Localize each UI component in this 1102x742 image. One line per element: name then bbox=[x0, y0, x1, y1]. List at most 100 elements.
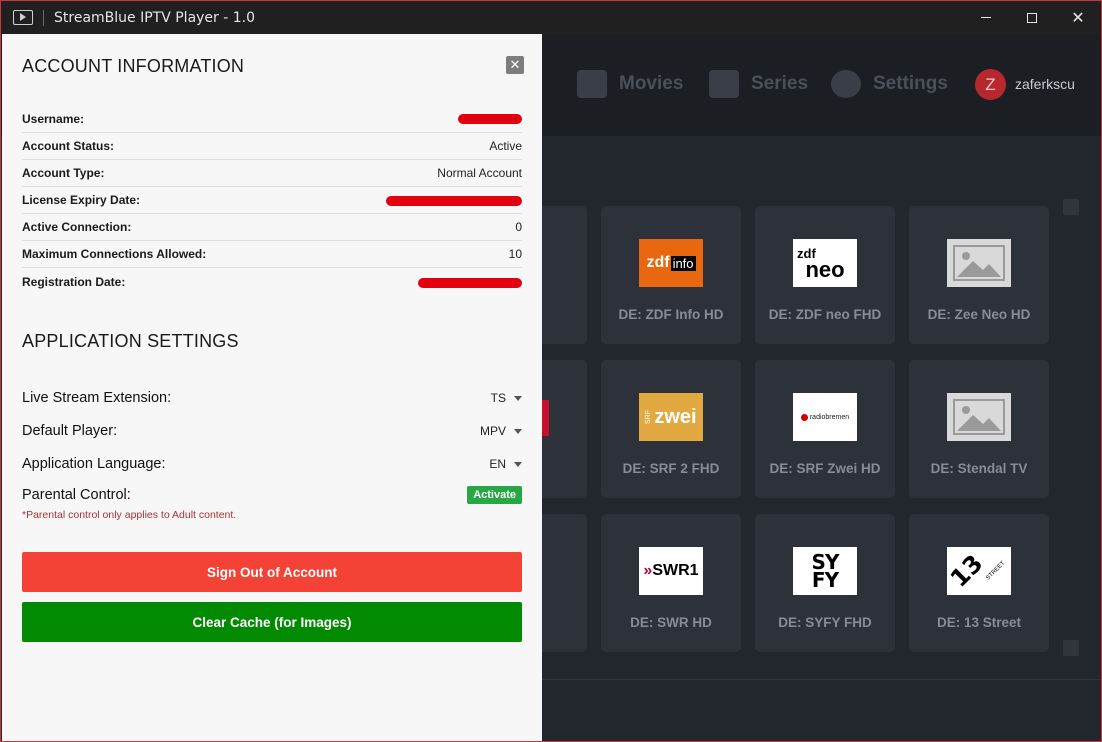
avatar[interactable]: Z bbox=[975, 69, 1006, 100]
info-value: Active bbox=[489, 139, 522, 153]
scroll-up-button[interactable] bbox=[1063, 199, 1079, 215]
logo-text: neo bbox=[805, 256, 845, 282]
maximize-icon bbox=[1027, 12, 1037, 23]
close-window-button[interactable]: ✕ bbox=[1055, 1, 1101, 34]
logo-text: radiobremen bbox=[809, 413, 850, 421]
channel-name: DE: Stendal TV bbox=[930, 461, 1028, 476]
parental-note: *Parental control only applies to Adult … bbox=[22, 509, 237, 521]
logo-text: 13 bbox=[947, 549, 989, 593]
nav-settings-label: Settings bbox=[873, 73, 948, 94]
redaction-mark bbox=[386, 196, 522, 206]
nav-movies-label: Movies bbox=[619, 73, 684, 94]
channel-card[interactable]: zdf neo DE: ZDF neo FHD bbox=[755, 206, 895, 344]
settings-section-title: APPLICATION SETTINGS bbox=[22, 331, 239, 351]
nav-settings[interactable]: Settings bbox=[831, 70, 948, 98]
setting-application-language: Application Language: EN bbox=[22, 452, 522, 476]
select-value: MPV bbox=[479, 424, 506, 438]
info-label: Maximum Connections Allowed: bbox=[22, 247, 207, 261]
chevron-down-icon bbox=[514, 428, 522, 434]
info-row-active-connection: Active Connection: 0 bbox=[22, 214, 522, 241]
info-label: License Expiry Date: bbox=[22, 193, 141, 207]
channel-logo: zdf neo bbox=[793, 239, 857, 287]
chevron-down-icon bbox=[514, 395, 522, 401]
channel-name: DE: ZDF Info HD bbox=[618, 307, 724, 322]
maximize-button[interactable] bbox=[1009, 1, 1055, 34]
account-settings-panel: ACCOUNT INFORMATION ✕ Username: Account … bbox=[2, 34, 542, 741]
info-row-status: Account Status: Active bbox=[22, 133, 522, 160]
channel-logo: SRF zwei bbox=[639, 393, 703, 441]
account-info-table: Username: Account Status: Active Account… bbox=[22, 106, 522, 295]
info-label: Username: bbox=[22, 112, 85, 126]
default-player-select[interactable]: MPV bbox=[480, 424, 522, 438]
title-separator bbox=[43, 9, 44, 26]
nav-movies[interactable]: Movies bbox=[577, 70, 683, 98]
info-value: 10 bbox=[508, 247, 522, 261]
info-row-max-connections: Maximum Connections Allowed: 10 bbox=[22, 241, 522, 268]
app-icon bbox=[13, 10, 33, 25]
logo-text: info bbox=[670, 255, 696, 271]
logo-text: SRF bbox=[645, 410, 653, 424]
logo-dot-icon bbox=[800, 413, 808, 421]
close-icon: ✕ bbox=[509, 57, 521, 73]
info-row-type: Account Type: Normal Account bbox=[22, 160, 522, 187]
channel-card[interactable]: 13 STREET DE: 13 Street bbox=[909, 514, 1049, 652]
close-panel-button[interactable]: ✕ bbox=[506, 56, 524, 74]
minimize-icon bbox=[981, 17, 991, 18]
channel-name: DE: SYFY FHD bbox=[778, 615, 872, 630]
chevron-down-icon bbox=[514, 461, 522, 467]
movies-icon bbox=[577, 70, 607, 98]
channel-name: DE: SWR HD bbox=[630, 615, 712, 630]
channel-logo: SY FY bbox=[793, 547, 857, 595]
user-name[interactable]: zaferkscu bbox=[1015, 76, 1075, 92]
channel-card[interactable]: DE: Zee Neo HD bbox=[909, 206, 1049, 344]
activate-parental-button[interactable]: Activate bbox=[467, 486, 522, 504]
channel-card[interactable]: » SWR1 DE: SWR HD bbox=[601, 514, 741, 652]
channel-logo: 13 STREET bbox=[947, 547, 1011, 595]
scroll-down-button[interactable] bbox=[1063, 640, 1079, 656]
minimize-button[interactable] bbox=[963, 1, 1009, 34]
channel-name: DE: SRF 2 FHD bbox=[622, 461, 720, 476]
info-label: Account Type: bbox=[22, 166, 105, 180]
window-controls: ✕ bbox=[963, 1, 1101, 34]
live-stream-extension-select[interactable]: TS bbox=[491, 391, 522, 405]
channel-logo: » SWR1 bbox=[639, 547, 703, 595]
logo-text: zwei bbox=[654, 405, 697, 428]
nav-series[interactable]: Series bbox=[709, 70, 808, 98]
application-language-select[interactable]: EN bbox=[489, 457, 522, 471]
setting-parental-control: Parental Control: Activate bbox=[22, 483, 522, 507]
nav-series-label: Series bbox=[751, 73, 809, 94]
info-value: 0 bbox=[515, 220, 522, 234]
channel-card[interactable]: SY FY DE: SYFY FHD bbox=[755, 514, 895, 652]
channel-logo: zdf info bbox=[639, 239, 703, 287]
sign-out-button[interactable]: Sign Out of Account bbox=[22, 552, 522, 592]
window-title: StreamBlue IPTV Player - 1.0 bbox=[54, 9, 256, 26]
info-row-username: Username: bbox=[22, 106, 522, 133]
select-value: EN bbox=[489, 457, 506, 471]
logo-text: SWR1 bbox=[652, 562, 699, 579]
setting-live-stream-extension: Live Stream Extension: TS bbox=[22, 386, 522, 410]
info-label: Active Connection: bbox=[22, 220, 132, 234]
account-section-title: ACCOUNT INFORMATION bbox=[22, 56, 245, 76]
channel-card[interactable]: DE: Stendal TV bbox=[909, 360, 1049, 498]
setting-label: Live Stream Extension: bbox=[22, 390, 172, 406]
setting-label: Parental Control: bbox=[22, 487, 131, 503]
clear-cache-button[interactable]: Clear Cache (for Images) bbox=[22, 602, 522, 642]
setting-label: Default Player: bbox=[22, 423, 118, 439]
image-placeholder-icon bbox=[947, 239, 1011, 287]
info-label: Registration Date: bbox=[22, 274, 126, 289]
channel-name: DE: 13 Street bbox=[936, 615, 1022, 630]
logo-text: STREET bbox=[985, 560, 1007, 582]
channel-card[interactable]: SRF zwei DE: SRF 2 FHD bbox=[601, 360, 741, 498]
series-icon bbox=[709, 70, 739, 98]
channel-card[interactable]: radiobremen DE: SRF Zwei HD bbox=[755, 360, 895, 498]
redaction-mark bbox=[418, 278, 522, 288]
channel-name: DE: ZDF neo FHD bbox=[768, 307, 882, 322]
title-bar[interactable]: StreamBlue IPTV Player - 1.0 ✕ bbox=[1, 1, 1101, 34]
close-icon: ✕ bbox=[1071, 7, 1085, 27]
channel-card[interactable]: zdf info DE: ZDF Info HD bbox=[601, 206, 741, 344]
image-placeholder-icon bbox=[947, 393, 1011, 441]
logo-text: » bbox=[643, 562, 653, 579]
gear-icon bbox=[831, 70, 861, 98]
channel-name: DE: SRF Zwei HD bbox=[769, 461, 881, 476]
redaction-mark bbox=[458, 114, 522, 124]
